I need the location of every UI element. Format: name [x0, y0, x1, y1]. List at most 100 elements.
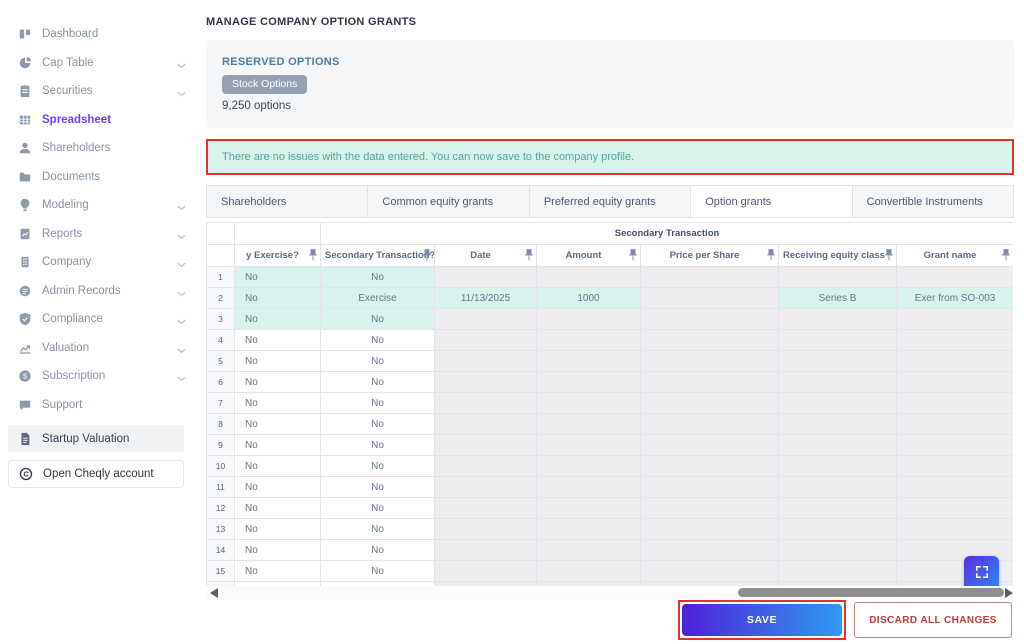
cell[interactable]: No — [235, 435, 321, 456]
row-number[interactable]: 1 — [207, 267, 235, 288]
cell — [779, 498, 897, 519]
sidebar-item-securities[interactable]: Securities — [0, 77, 200, 106]
row-number[interactable]: 12 — [207, 498, 235, 519]
sidebar-item-dashboard[interactable]: Dashboard — [0, 20, 200, 49]
scroll-left-arrow-icon[interactable] — [210, 588, 218, 598]
pin-icon[interactable] — [766, 248, 776, 262]
cell[interactable]: No — [235, 330, 321, 351]
cell[interactable]: No — [235, 561, 321, 582]
discard-all-changes-button[interactable]: DISCARD ALL CHANGES — [854, 602, 1012, 638]
sidebar-item-documents[interactable]: Documents — [0, 163, 200, 192]
cell[interactable]: 11/13/2025 — [435, 288, 537, 309]
cell — [537, 393, 641, 414]
row-number[interactable]: 3 — [207, 309, 235, 330]
cell — [779, 393, 897, 414]
group-header-spacer — [235, 223, 321, 245]
row-number[interactable]: 14 — [207, 540, 235, 561]
cell[interactable]: No — [321, 435, 435, 456]
sidebar-item-open-cheqly-account[interactable]: COpen Cheqly account — [8, 460, 184, 488]
column-header-y-exercise[interactable]: y Exercise? — [235, 245, 321, 267]
sidebar-item-valuation[interactable]: Valuation — [0, 334, 200, 363]
cell[interactable]: No — [235, 477, 321, 498]
row-number[interactable]: 4 — [207, 330, 235, 351]
sidebar-item-admin-records[interactable]: Admin Records — [0, 277, 200, 306]
column-header-date[interactable]: Date — [435, 245, 537, 267]
cell[interactable]: No — [321, 477, 435, 498]
tab-convertible-instruments[interactable]: Convertible Instruments — [853, 185, 1014, 218]
cell[interactable]: 1000 — [537, 288, 641, 309]
column-header-grant-name[interactable]: Grant name — [897, 245, 1014, 267]
row-number[interactable]: 8 — [207, 414, 235, 435]
cell[interactable]: No — [321, 351, 435, 372]
cell[interactable]: No — [235, 267, 321, 288]
sidebar-item-cap-table[interactable]: Cap Table — [0, 49, 200, 78]
cell[interactable]: No — [321, 498, 435, 519]
cell[interactable]: No — [321, 372, 435, 393]
cell[interactable]: No — [235, 393, 321, 414]
cell[interactable]: No — [321, 309, 435, 330]
cell[interactable]: No — [235, 288, 321, 309]
sidebar-item-company[interactable]: Company — [0, 248, 200, 277]
row-number[interactable]: 6 — [207, 372, 235, 393]
pin-icon[interactable] — [884, 248, 894, 262]
pin-icon[interactable] — [628, 248, 638, 262]
sidebar-item-reports[interactable]: Reports — [0, 220, 200, 249]
row-number[interactable]: 15 — [207, 561, 235, 582]
cell[interactable]: Exercise — [321, 288, 435, 309]
cell[interactable]: No — [321, 561, 435, 582]
row-number[interactable]: 10 — [207, 456, 235, 477]
tab-shareholders[interactable]: Shareholders — [206, 185, 368, 218]
sidebar-item-spreadsheet[interactable]: Spreadsheet — [0, 106, 200, 135]
column-header-secondary-transaction[interactable]: Secondary Transaction? — [321, 245, 435, 267]
cell[interactable]: No — [235, 540, 321, 561]
cell[interactable]: No — [321, 456, 435, 477]
cell[interactable]: Series B — [779, 288, 897, 309]
cell[interactable]: No — [235, 372, 321, 393]
sidebar-item-compliance[interactable]: Compliance — [0, 305, 200, 334]
cell — [537, 372, 641, 393]
cell[interactable]: No — [321, 267, 435, 288]
table-row: 1NoNo — [207, 267, 1014, 288]
cell[interactable]: No — [235, 456, 321, 477]
row-number[interactable]: 13 — [207, 519, 235, 540]
column-header-amount[interactable]: Amount — [537, 245, 641, 267]
pin-icon[interactable] — [422, 248, 432, 262]
cell[interactable]: No — [321, 414, 435, 435]
chevron-down-icon — [177, 259, 186, 265]
sidebar-item-modeling[interactable]: Modeling — [0, 191, 200, 220]
row-number[interactable]: 11 — [207, 477, 235, 498]
save-button[interactable]: SAVE — [682, 604, 842, 636]
pin-icon[interactable] — [1001, 248, 1011, 262]
sidebar-item-startup-valuation[interactable]: Startup Valuation — [8, 425, 184, 452]
scrollbar-thumb[interactable] — [738, 588, 1004, 597]
cell[interactable]: Exer from SO-003 — [897, 288, 1014, 309]
cell[interactable]: No — [235, 519, 321, 540]
cell[interactable]: No — [235, 498, 321, 519]
tab-option-grants[interactable]: Option grants — [691, 185, 852, 218]
table-row: 9NoNo — [207, 435, 1014, 456]
column-header-price-per-share[interactable]: Price per Share — [641, 245, 779, 267]
row-number[interactable]: 7 — [207, 393, 235, 414]
row-number[interactable]: 9 — [207, 435, 235, 456]
cell — [435, 267, 537, 288]
cell[interactable]: No — [235, 309, 321, 330]
sidebar-item-subscription[interactable]: $Subscription — [0, 362, 200, 391]
sidebar-item-support[interactable]: Support — [0, 391, 200, 420]
tab-preferred-equity-grants[interactable]: Preferred equity grants — [530, 185, 691, 218]
cell[interactable]: No — [235, 351, 321, 372]
row-number[interactable]: 2 — [207, 288, 235, 309]
cell[interactable]: No — [235, 414, 321, 435]
horizontal-scrollbar[interactable] — [206, 586, 1013, 600]
cell[interactable]: No — [321, 393, 435, 414]
sidebar-item-shareholders[interactable]: Shareholders — [0, 134, 200, 163]
pin-icon[interactable] — [308, 248, 318, 262]
column-header-receiving-equity-class[interactable]: Receiving equity class — [779, 245, 897, 267]
pin-icon[interactable] — [524, 248, 534, 262]
cell[interactable]: No — [321, 519, 435, 540]
cell[interactable]: No — [321, 540, 435, 561]
tab-common-equity-grants[interactable]: Common equity grants — [368, 185, 529, 218]
row-number[interactable]: 5 — [207, 351, 235, 372]
cell[interactable]: No — [321, 330, 435, 351]
sidebar-item-label: Admin Records — [42, 285, 121, 297]
scroll-right-arrow-icon[interactable] — [1005, 588, 1013, 598]
